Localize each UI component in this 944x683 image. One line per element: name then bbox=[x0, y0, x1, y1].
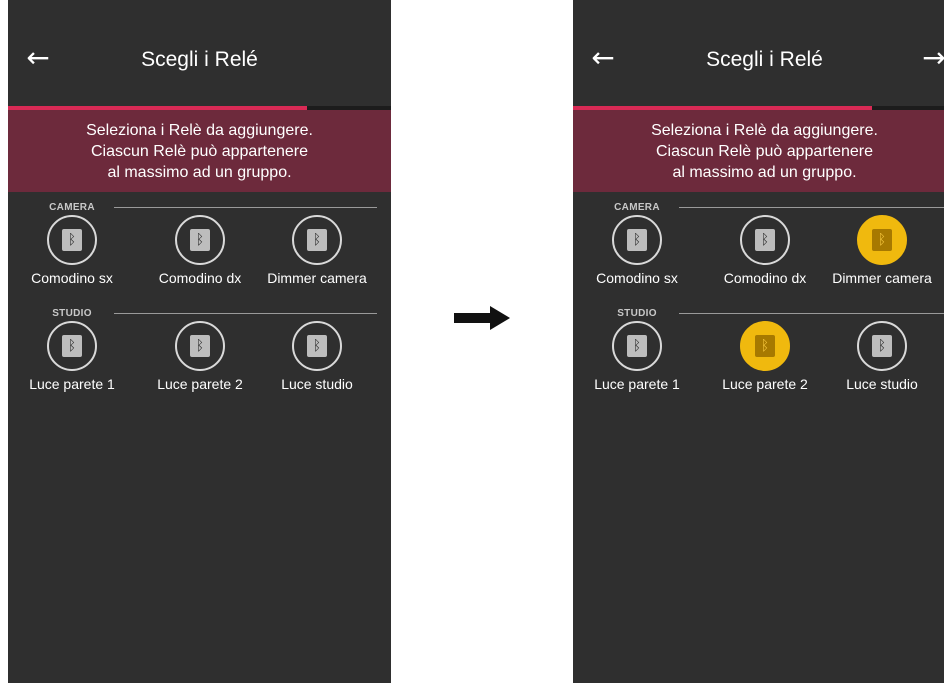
relay-button[interactable]: ᛒ bbox=[47, 215, 97, 265]
relay-luce-parete-1[interactable]: ᛒ Luce parete 1 bbox=[573, 321, 701, 416]
relay-name: Luce studio bbox=[846, 376, 918, 392]
group-divider bbox=[679, 207, 944, 208]
instruction-line: al massimo ad un gruppo. bbox=[107, 163, 292, 181]
bluetooth-icon: ᛒ bbox=[627, 335, 647, 357]
relay-luce-studio[interactable]: ᛒ Luce studio bbox=[818, 321, 944, 416]
relay-comodino-dx[interactable]: ᛒ Comodino dx bbox=[701, 215, 829, 310]
instruction-line: Seleziona i Relè da aggiungere. bbox=[86, 121, 313, 139]
bluetooth-icon: ᛒ bbox=[190, 229, 210, 251]
bluetooth-icon: ᛒ bbox=[872, 229, 892, 251]
instruction-line: Ciascun Relè può appartenere bbox=[655, 142, 874, 160]
instruction-banner: Seleziona i Relè da aggiungere. Ciascun … bbox=[8, 110, 391, 192]
relay-button[interactable]: ᛒ bbox=[175, 215, 225, 265]
bluetooth-icon: ᛒ bbox=[755, 335, 775, 357]
relay-button[interactable]: ᛒ bbox=[175, 321, 225, 371]
group-studio: STUDIO ᛒ Luce parete 1 ᛒ Luce parete 2 ᛒ… bbox=[573, 306, 944, 416]
bluetooth-icon: ᛒ bbox=[627, 229, 647, 251]
app-bar: ← Scegli i Relé → bbox=[573, 0, 944, 106]
instruction-line: al massimo ad un gruppo. bbox=[672, 163, 857, 181]
relay-luce-parete-2[interactable]: ᛒ Luce parete 2 bbox=[136, 321, 264, 416]
bluetooth-icon: ᛒ bbox=[190, 335, 210, 357]
group-camera: CAMERA ᛒ Comodino sx ᛒ Comodino dx ᛒ Dim… bbox=[573, 200, 944, 310]
instruction-line: Seleziona i Relè da aggiungere. bbox=[651, 121, 878, 139]
group-label: CAMERA bbox=[49, 202, 95, 213]
bluetooth-icon: ᛒ bbox=[307, 229, 327, 251]
relay-luce-studio[interactable]: ᛒ Luce studio bbox=[253, 321, 381, 416]
group-label: CAMERA bbox=[614, 202, 660, 213]
relay-button[interactable]: ᛒ bbox=[857, 321, 907, 371]
screen-after: ← Scegli i Relé → Seleziona i Relè da ag… bbox=[573, 0, 944, 683]
relay-name: Luce parete 1 bbox=[594, 376, 680, 392]
relay-name: Luce parete 1 bbox=[29, 376, 115, 392]
relay-comodino-sx[interactable]: ᛒ Comodino sx bbox=[573, 215, 701, 310]
app-bar: ← Scegli i Relé bbox=[8, 0, 391, 106]
relay-comodino-dx[interactable]: ᛒ Comodino dx bbox=[136, 215, 264, 310]
relay-name: Luce studio bbox=[281, 376, 353, 392]
relay-name: Dimmer camera bbox=[267, 270, 367, 286]
group-divider bbox=[114, 207, 377, 208]
arrow-right-icon[interactable]: → bbox=[916, 40, 944, 76]
group-divider bbox=[679, 313, 944, 314]
relay-button[interactable]: ᛒ bbox=[47, 321, 97, 371]
group-camera: CAMERA ᛒ Comodino sx ᛒ Comodino dx ᛒ Dim… bbox=[8, 200, 391, 310]
group-header: STUDIO bbox=[8, 306, 391, 320]
instruction-line: Ciascun Relè può appartenere bbox=[90, 142, 309, 160]
relay-luce-parete-2[interactable]: ᛒ Luce parete 2 bbox=[701, 321, 829, 416]
bluetooth-icon: ᛒ bbox=[872, 335, 892, 357]
bluetooth-icon: ᛒ bbox=[755, 229, 775, 251]
relay-name: Comodino sx bbox=[596, 270, 678, 286]
screen-before: ← Scegli i Relé Seleziona i Relè da aggi… bbox=[8, 0, 391, 683]
arrow-right-icon bbox=[454, 306, 510, 330]
relay-button[interactable]: ᛒ bbox=[740, 321, 790, 371]
instruction-banner: Seleziona i Relè da aggiungere. Ciascun … bbox=[573, 110, 944, 192]
relay-button[interactable]: ᛒ bbox=[292, 215, 342, 265]
relay-button[interactable]: ᛒ bbox=[612, 321, 662, 371]
bluetooth-icon: ᛒ bbox=[307, 335, 327, 357]
group-header: CAMERA bbox=[8, 200, 391, 214]
bluetooth-icon: ᛒ bbox=[62, 335, 82, 357]
relay-button[interactable]: ᛒ bbox=[292, 321, 342, 371]
group-studio: STUDIO ᛒ Luce parete 1 ᛒ Luce parete 2 ᛒ… bbox=[8, 306, 391, 416]
group-header: CAMERA bbox=[573, 200, 944, 214]
relay-dimmer-camera[interactable]: ᛒ Dimmer camera bbox=[818, 215, 944, 310]
relay-button[interactable]: ᛒ bbox=[857, 215, 907, 265]
page-title: Scegli i Relé bbox=[706, 48, 823, 71]
bluetooth-icon: ᛒ bbox=[62, 229, 82, 251]
relay-name: Dimmer camera bbox=[832, 270, 932, 286]
group-label: STUDIO bbox=[617, 308, 657, 319]
relay-button[interactable]: ᛒ bbox=[612, 215, 662, 265]
relay-dimmer-camera[interactable]: ᛒ Dimmer camera bbox=[253, 215, 381, 310]
relay-button[interactable]: ᛒ bbox=[740, 215, 790, 265]
relay-name: Comodino sx bbox=[31, 270, 113, 286]
relay-comodino-sx[interactable]: ᛒ Comodino sx bbox=[8, 215, 136, 310]
group-header: STUDIO bbox=[573, 306, 944, 320]
group-label: STUDIO bbox=[52, 308, 92, 319]
page-title: Scegli i Relé bbox=[141, 48, 258, 71]
group-divider bbox=[114, 313, 377, 314]
relay-luce-parete-1[interactable]: ᛒ Luce parete 1 bbox=[8, 321, 136, 416]
